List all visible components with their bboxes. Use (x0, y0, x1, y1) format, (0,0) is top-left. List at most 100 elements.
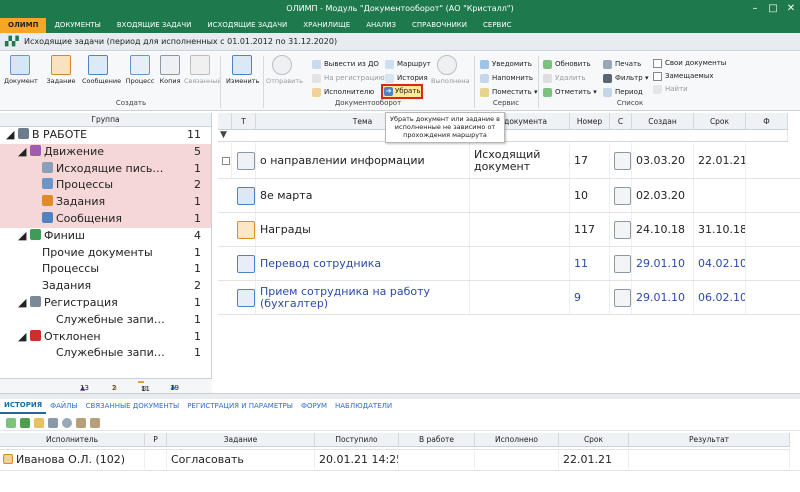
header-deadline[interactable]: Срок (694, 113, 746, 130)
send-button[interactable]: Отправить (266, 54, 303, 98)
header-done[interactable]: Исполнено (475, 433, 559, 447)
withdraw-button[interactable]: Вывести из ДО (312, 58, 379, 71)
period-button[interactable]: Период (603, 86, 643, 99)
filter-button[interactable]: Фильтр ▾ (603, 72, 648, 85)
to-executor-button[interactable]: Исполнителю (312, 86, 374, 99)
tab-history[interactable]: ИСТОРИЯ (0, 398, 47, 414)
tree-item-outgoing-letters[interactable]: Исходящие пись… 1 (0, 160, 211, 178)
header-in-work[interactable]: В работе (399, 433, 475, 447)
place-icon (480, 88, 489, 97)
tree-item-other-docs[interactable]: Прочие документы 1 (0, 245, 211, 262)
mark-button[interactable]: Отметить ▾ (543, 86, 597, 99)
menu-analysis[interactable]: АНАЛИЗ (358, 18, 404, 33)
row-created: 29.01.10 (632, 247, 694, 280)
tree-item-in-work[interactable]: ◢ В РАБОТЕ 11 (0, 127, 211, 144)
tree-count: 11 (187, 128, 201, 141)
menu-service[interactable]: СЕРВИС (475, 18, 519, 33)
tree-item-tasks[interactable]: Задания 1 (0, 194, 211, 211)
menu-documents[interactable]: ДОКУМЕНТЫ (46, 18, 108, 33)
find-button[interactable]: Найти (653, 83, 688, 96)
header-status[interactable]: С (610, 113, 632, 130)
remind-button[interactable]: Напомнить (480, 72, 533, 85)
header-filter[interactable] (218, 113, 232, 130)
notify-button[interactable]: Уведомить (480, 58, 532, 71)
refresh-button[interactable]: Обновить (543, 58, 591, 71)
p-cell (145, 450, 167, 469)
menu-outgoing-tasks[interactable]: ИСХОДЯЩИЕ ЗАДАЧИ (199, 18, 295, 33)
executed-button[interactable]: Выполнена (431, 54, 469, 98)
menu-olimp[interactable]: ОЛИМП (0, 18, 47, 33)
executor-cell[interactable]: Иванова О.Л. (102) (0, 450, 145, 469)
to-registration-button[interactable]: На регистрацию (312, 72, 385, 85)
copy-button[interactable]: Копия (154, 54, 186, 98)
linked-button[interactable]: Связанный (184, 54, 222, 98)
header-executor[interactable]: Исполнитель (0, 433, 145, 447)
maximize-button[interactable]: □ (764, 0, 782, 18)
notes-checkbox[interactable]: Замещаемых (653, 70, 714, 83)
tree-item-finish[interactable]: ◢ Финиш 4 (0, 228, 211, 245)
refresh-icon[interactable] (20, 417, 30, 428)
row-checkbox[interactable] (218, 143, 232, 178)
tab-forum[interactable]: ФОРУМ (297, 399, 331, 413)
row-type (232, 281, 256, 314)
print-button[interactable]: Печать (603, 58, 641, 71)
header-result[interactable]: Результат (629, 433, 790, 447)
remove-button[interactable]: ➔ Убрать (381, 84, 423, 99)
footer-work[interactable]: ⚙ 11 (138, 381, 150, 393)
minimize-button[interactable]: – (746, 0, 764, 18)
tab-linked-docs[interactable]: СВЯЗАННЫЕ ДОКУМЕНТЫ (82, 399, 184, 413)
place-button[interactable]: Поместить ▾ (480, 86, 538, 99)
calendar-icon[interactable] (48, 417, 58, 428)
row-created: 03.03.20 (632, 143, 694, 178)
table-row[interactable]: Перевод сотрудника 11 29.01.10 04.02.10 (218, 247, 800, 281)
header-bottom-deadline[interactable]: Срок (559, 433, 629, 447)
header-created[interactable]: Создан (632, 113, 694, 130)
folder-icon[interactable] (34, 417, 44, 428)
tree-item-rejected[interactable]: ◢ Отклонен 1 (0, 329, 211, 346)
edit-icon[interactable] (6, 417, 16, 428)
tree-count: 1 (194, 329, 201, 343)
header-p[interactable]: Р (145, 433, 167, 447)
history-icon (385, 74, 394, 83)
menu-references[interactable]: СПРАВОЧНИКИ (404, 18, 475, 33)
tree-item-messages[interactable]: Сообщения 1 (0, 210, 211, 228)
to-executor-label: Исполнителю (324, 88, 375, 96)
tree-item-tasks[interactable]: Задания 2 (0, 278, 211, 295)
task-button[interactable]: Задание (45, 54, 77, 98)
process-button[interactable]: Процесс (124, 54, 156, 98)
close-button[interactable]: ✕ (782, 0, 800, 18)
tab-registration[interactable]: РЕГИСТРАЦИЯ И ПАРАМЕТРЫ (183, 399, 297, 413)
tree-item-movement[interactable]: ◢ Движение 5 (0, 143, 211, 161)
tree-item-processes[interactable]: Процессы 2 (0, 177, 211, 195)
tree-item-memos[interactable]: Служебные запи… 1 (0, 345, 211, 362)
header-task[interactable]: Задание (167, 433, 315, 447)
table-row[interactable]: Прием сотрудника на работу (бухгалтер) 9… (218, 281, 800, 315)
header-received[interactable]: Поступило (315, 433, 399, 447)
header-type[interactable]: Т (232, 113, 256, 130)
tree-item-registration[interactable]: ◢ Регистрация 1 (0, 295, 211, 312)
table-row[interactable]: 8е марта 10 02.03.20 (218, 179, 800, 213)
tab-observers[interactable]: НАБЛЮДАТЕЛИ (331, 399, 396, 413)
table-row[interactable]: Награды 117 24.10.18 31.10.18 (218, 213, 800, 247)
clock-icon[interactable] (62, 417, 72, 428)
delete-button[interactable]: Удалить (543, 72, 586, 85)
message-label: Сообщение (82, 77, 122, 85)
send-label: Отправить (266, 77, 303, 85)
tab-files[interactable]: ФАЙЛЫ (46, 399, 82, 413)
header-f[interactable]: Ф (746, 113, 788, 130)
menu-storage[interactable]: ХРАНИЛИЩЕ (295, 18, 358, 33)
message-button[interactable]: Сообщение (82, 54, 121, 98)
group-icon[interactable] (90, 417, 100, 428)
own-docs-checkbox[interactable]: Свои документы (653, 57, 726, 70)
table-row[interactable]: о направлении информации Исходящий докум… (218, 143, 800, 179)
edit-button[interactable]: Изменить (226, 54, 259, 98)
task-icon (51, 55, 71, 75)
tree-item-memos[interactable]: Служебные запи… 1 (0, 312, 211, 329)
tree-label: Регистрация (43, 295, 118, 309)
header-number[interactable]: Номер (570, 113, 610, 130)
people-icon[interactable] (76, 417, 86, 428)
route-button[interactable]: Маршрут (385, 58, 431, 71)
menu-incoming-tasks[interactable]: ВХОДЯЩИЕ ЗАДАЧИ (109, 18, 200, 33)
tree-item-processes[interactable]: Процессы 1 (0, 261, 211, 278)
document-button[interactable]: Документ (4, 54, 38, 98)
